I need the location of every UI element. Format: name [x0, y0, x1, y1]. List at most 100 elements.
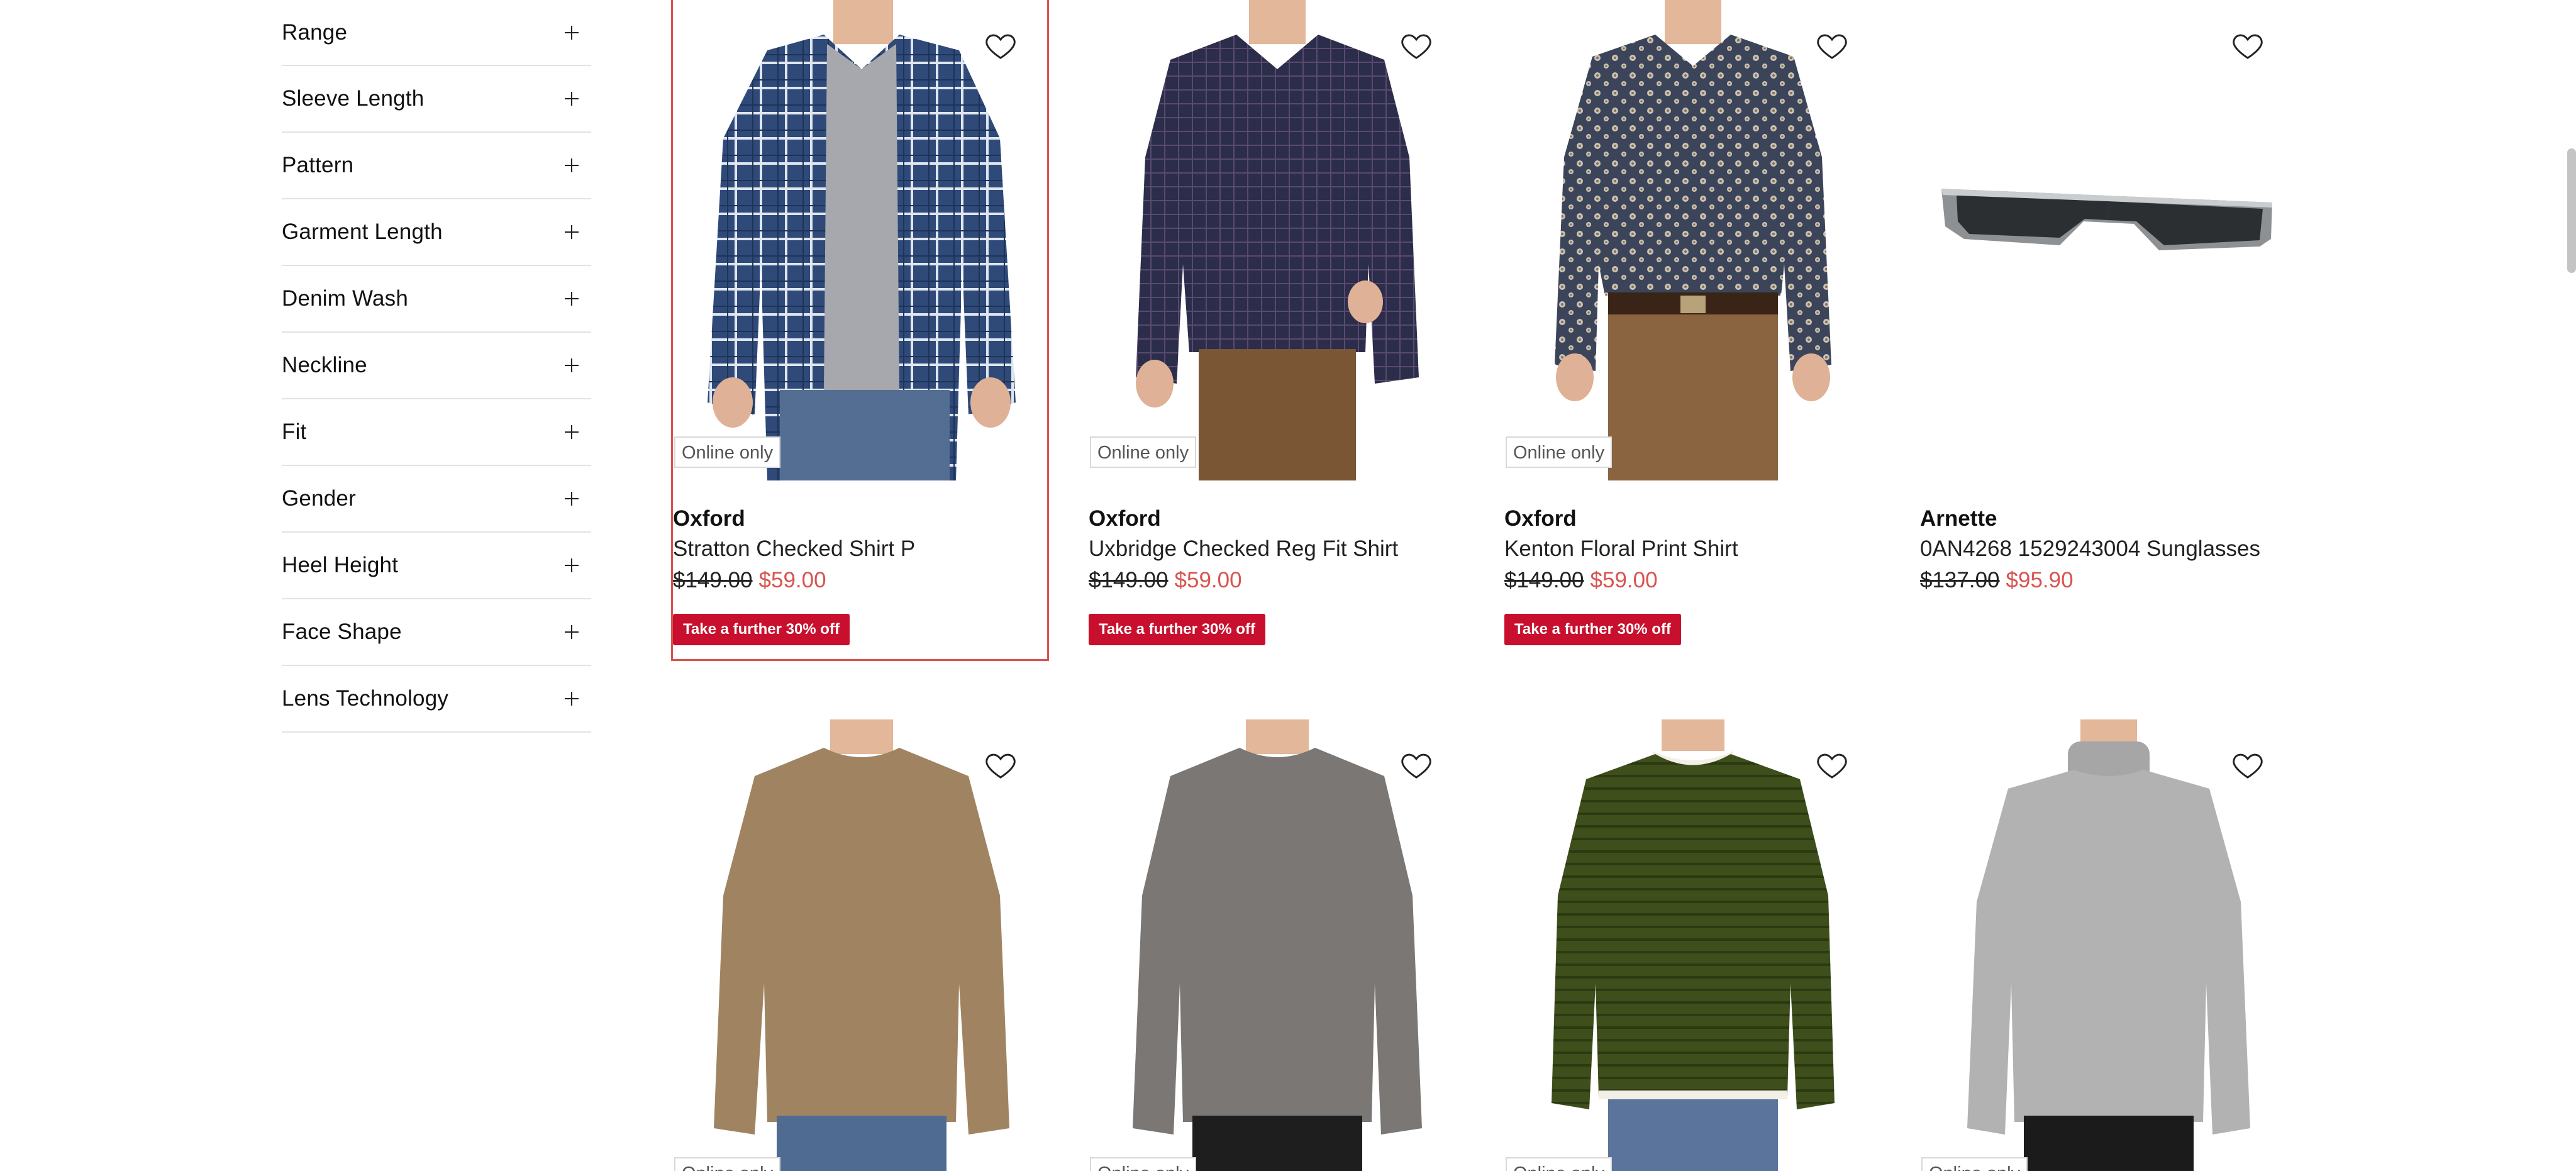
product-name[interactable]: Uxbridge Checked Reg Fit Shirt [1089, 535, 1463, 563]
promo-badge: Take a further 30% off [1504, 614, 1681, 645]
heart-outline-icon [1817, 753, 1847, 779]
plus-icon [565, 358, 579, 372]
product-image[interactable]: Online only [1504, 0, 1879, 480]
product-card[interactable]: Online only Oxford Stratton Checked Shir… [671, 0, 1049, 661]
product-card[interactable]: Online only [1089, 719, 1463, 1171]
product-info: Oxford Uxbridge Checked Reg Fit Shirt $1… [1089, 503, 1463, 645]
product-prices: $149.00 $59.00 [1089, 563, 1463, 597]
product-name[interactable]: 0AN4268 1529243004 Sunglasses [1920, 535, 2294, 563]
filter-gender[interactable]: Gender [282, 466, 591, 533]
product-card[interactable]: Online only Oxford Kenton Floral Print S… [1504, 0, 1879, 659]
product-info: Oxford Kenton Floral Print Shirt $149.00… [1504, 503, 1879, 645]
product-card[interactable]: Online only Oxford Uxbridge Checked Reg … [1089, 0, 1463, 659]
product-image[interactable]: Online only [673, 719, 1047, 1171]
product-card[interactable]: Arnette 0AN4268 1529243004 Sunglasses $1… [1920, 0, 2294, 659]
filter-neckline[interactable]: Neckline [282, 333, 591, 399]
product-photo-sunglasses [1920, 0, 2294, 480]
product-photo-navy-shirt [1089, 0, 1463, 480]
filter-label: Garment Length [282, 219, 443, 244]
product-brand[interactable]: Arnette [1920, 503, 2294, 535]
wishlist-button[interactable] [976, 21, 1025, 70]
wishlist-button[interactable] [1392, 21, 1441, 70]
product-brand[interactable]: Oxford [1504, 503, 1879, 535]
wishlist-button[interactable] [2223, 741, 2272, 790]
filter-denim-wash[interactable]: Denim Wash [282, 266, 591, 333]
product-brand[interactable]: Oxford [1089, 503, 1463, 535]
filter-garment-length[interactable]: Garment Length [282, 199, 591, 266]
product-info: Arnette 0AN4268 1529243004 Sunglasses $1… [1920, 503, 2294, 597]
online-only-badge: Online only [674, 1157, 781, 1171]
filter-pattern[interactable]: Pattern [282, 133, 591, 199]
filter-label: Heel Height [282, 553, 399, 577]
product-card[interactable]: Online only [1920, 719, 2294, 1171]
plus-icon [565, 492, 579, 506]
online-only-badge: Online only [1090, 1157, 1197, 1171]
was-price: $149.00 [1089, 568, 1169, 592]
product-name[interactable]: Kenton Floral Print Shirt [1504, 535, 1879, 563]
plus-icon [565, 425, 579, 439]
heart-outline-icon [1401, 34, 1431, 59]
sale-price: $59.00 [1590, 568, 1658, 592]
wishlist-button[interactable] [2223, 21, 2272, 70]
filter-label: Lens Technology [282, 686, 449, 711]
filter-label: Denim Wash [282, 286, 409, 311]
filter-label: Pattern [282, 153, 354, 177]
product-prices: $149.00 $59.00 [1504, 563, 1879, 597]
product-image[interactable]: Online only [1920, 719, 2294, 1171]
heart-outline-icon [985, 34, 1016, 59]
online-only-badge: Online only [1921, 1157, 2028, 1171]
filter-label: Face Shape [282, 619, 402, 644]
filter-label: Range [282, 19, 348, 45]
plus-icon [565, 292, 579, 306]
product-photo-floral-shirt [1504, 0, 1879, 480]
was-price: $137.00 [1920, 568, 2000, 592]
plus-icon [565, 158, 579, 172]
promo-badge: Take a further 30% off [1089, 614, 1265, 645]
online-only-badge: Online only [674, 436, 781, 468]
wishlist-button[interactable] [1807, 741, 1857, 790]
filter-label: Neckline [282, 353, 367, 377]
product-image[interactable]: Online only [1089, 719, 1463, 1171]
product-card[interactable]: Online only [1504, 719, 1879, 1171]
plus-icon [565, 625, 579, 639]
heart-outline-icon [1817, 34, 1847, 59]
plus-icon [565, 92, 579, 106]
online-only-badge: Online only [1506, 436, 1613, 468]
was-price: $149.00 [1504, 568, 1584, 592]
product-card[interactable]: Online only [673, 719, 1047, 1171]
plus-icon [565, 558, 579, 572]
filter-label: Gender [282, 486, 356, 511]
wishlist-button[interactable] [1807, 21, 1857, 70]
sale-price: $59.00 [758, 568, 826, 592]
product-prices: $149.00 $59.00 [673, 563, 1047, 597]
filter-face-shape[interactable]: Face Shape [282, 599, 591, 666]
filter-sidebar: Range Sleeve Length Pattern Garment Leng… [282, 0, 591, 733]
product-prices: $137.00 $95.90 [1920, 563, 2294, 597]
sale-price: $59.00 [1174, 568, 1242, 592]
filter-label: Fit [282, 419, 307, 444]
wishlist-button[interactable] [1392, 741, 1441, 790]
heart-outline-icon [1401, 753, 1431, 779]
wishlist-button[interactable] [976, 741, 1025, 790]
plus-icon [565, 25, 579, 40]
online-only-badge: Online only [1090, 436, 1197, 468]
product-image[interactable]: Online only [673, 0, 1047, 480]
was-price: $149.00 [673, 568, 753, 592]
sale-price: $95.90 [2006, 568, 2074, 592]
heart-outline-icon [2233, 34, 2263, 59]
online-only-badge: Online only [1506, 1157, 1613, 1171]
filter-fit[interactable]: Fit [282, 399, 591, 466]
product-image[interactable]: Online only [1089, 0, 1463, 480]
heart-outline-icon [985, 753, 1016, 779]
filter-heel-height[interactable]: Heel Height [282, 533, 591, 599]
filter-sleeve-length[interactable]: Sleeve Length [282, 66, 591, 133]
plus-icon [565, 692, 579, 706]
filter-lens-technology[interactable]: Lens Technology [282, 666, 591, 733]
heart-outline-icon [2233, 753, 2263, 779]
product-name[interactable]: Stratton Checked Shirt P [673, 535, 1047, 563]
product-image[interactable]: Online only [1504, 719, 1879, 1171]
filter-range[interactable]: Range [282, 0, 591, 66]
product-image[interactable] [1920, 0, 2294, 480]
product-brand[interactable]: Oxford [673, 503, 1047, 535]
page-scrollbar[interactable] [2567, 148, 2576, 273]
